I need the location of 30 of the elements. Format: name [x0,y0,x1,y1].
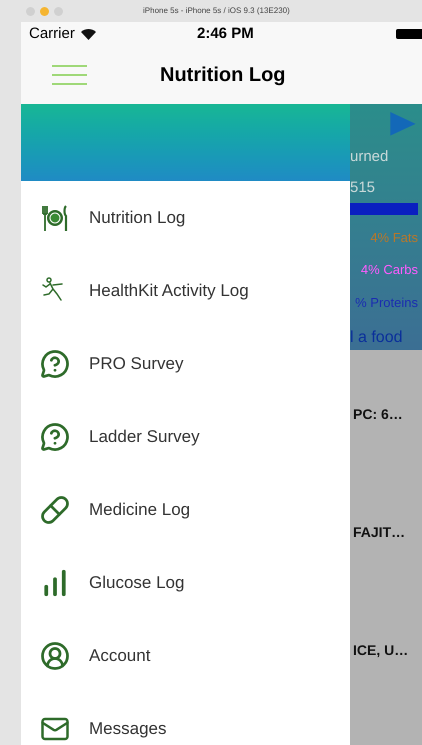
pill-icon [40,494,70,524]
macro-label: 4% Fats [370,228,418,246]
question-bubble-icon [40,422,70,452]
drawer-menu-item[interactable]: Nutrition Log [21,181,350,254]
nav-title: Nutrition Log [160,63,286,88]
burned-label: urned [350,146,388,167]
time-label: 2:46 PM [197,24,254,44]
fork-plate-knife-icon [40,202,70,232]
wifi-icon [80,28,96,40]
macro-label: 4% Carbs [360,261,418,279]
menu-icon[interactable] [52,65,87,85]
carrier-label: Carrier [28,24,75,44]
drawer-menu-item[interactable]: PRO Survey [21,327,350,400]
drawer-menu-item[interactable]: Medicine Log [21,473,350,546]
drawer-menu-item[interactable]: Glucose Log [21,546,350,619]
drawer-menu-item[interactable]: Messages [21,692,350,745]
question-bubble-icon [40,348,70,378]
drawer-menu-item[interactable]: HealthKit Activity Log [21,254,350,327]
food-name[interactable]: PC: 6… [350,404,403,424]
food-name[interactable]: FAJIT… [350,522,406,542]
macro-label: % Proteins [355,294,418,312]
food-name[interactable]: ICE, U… [350,640,408,660]
minimize-window-icon[interactable] [40,6,49,16]
burned-value: 515 [350,178,376,198]
play-icon[interactable] [388,112,418,136]
battery-icon [396,29,422,39]
simulator-title: iPhone 5s - iPhone 5s / iOS 9.3 (13E230) [143,5,290,17]
drawer-menu-item[interactable]: Ladder Survey [21,400,350,473]
drawer-menu-item[interactable]: Account [21,619,350,692]
account-icon [40,640,70,670]
